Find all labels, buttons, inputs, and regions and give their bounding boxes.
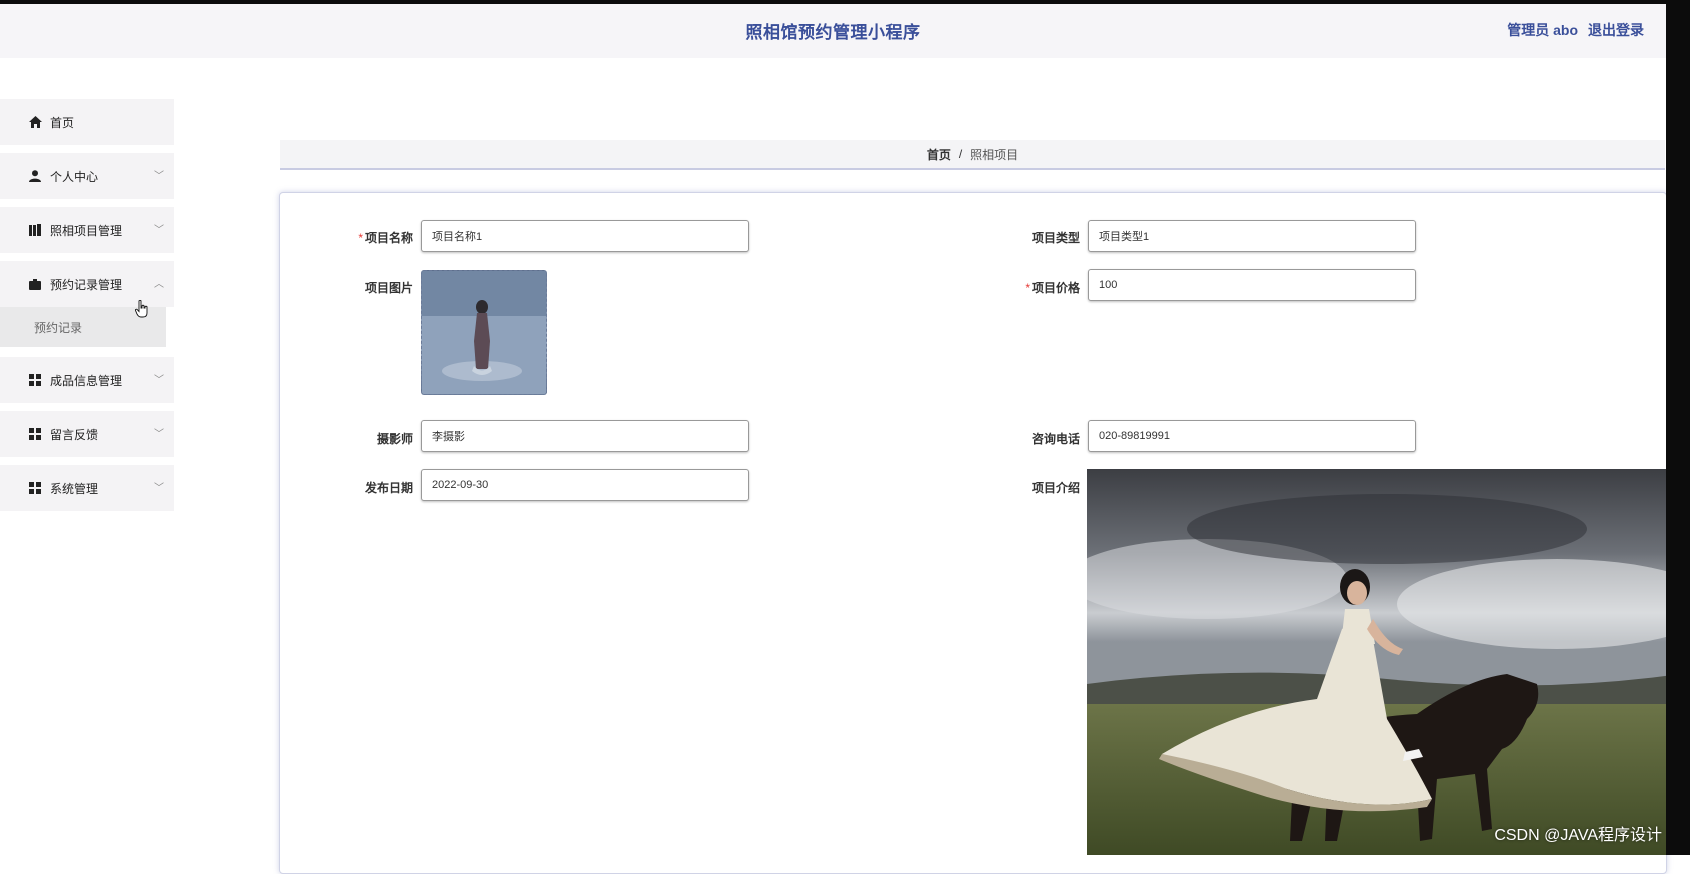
sidebar-subitem-label: 预约记录 bbox=[34, 320, 83, 335]
sidebar-item-feedback[interactable]: 留言反馈 ﹀ bbox=[0, 411, 174, 457]
admin-name: 管理员 abo bbox=[1507, 22, 1578, 38]
breadcrumb-current: 照相项目 bbox=[970, 147, 1019, 162]
project-image-thumbnail[interactable] bbox=[421, 270, 547, 395]
book-icon bbox=[28, 223, 42, 237]
project-name-label: * 项目名称 bbox=[313, 229, 413, 246]
chevron-down-icon: ﹀ bbox=[154, 375, 164, 386]
top-header: 照相馆预约管理小程序 管理员 abo 退出登录 bbox=[0, 4, 1666, 58]
project-intro-image bbox=[1087, 469, 1680, 855]
photographer-label: 摄影师 bbox=[376, 432, 413, 446]
app-window: 照相馆预约管理小程序 管理员 abo 退出登录 首页 个人中心 ﹀ 照相项目管理… bbox=[0, 0, 1690, 874]
chevron-down-icon: ﹀ bbox=[154, 225, 164, 236]
photographer-input[interactable] bbox=[421, 420, 749, 452]
project-name-label-text: 项目名称 bbox=[364, 231, 413, 245]
sidebar-item-product-info-management[interactable]: 成品信息管理 ﹀ bbox=[0, 357, 174, 403]
project-type-input[interactable] bbox=[1088, 220, 1416, 252]
sidebar-item-personal-center[interactable]: 个人中心 ﹀ bbox=[0, 153, 174, 199]
watermark-text: CSDN @JAVA程序设计 bbox=[1494, 827, 1662, 844]
sidebar-item-home[interactable]: 首页 bbox=[0, 99, 174, 145]
breadcrumb: 首页 / 照相项目 bbox=[280, 140, 1665, 170]
user-icon bbox=[28, 169, 42, 183]
phone-input[interactable] bbox=[1088, 420, 1416, 452]
project-type-label: 项目类型 bbox=[1031, 231, 1080, 245]
sidebar-item-label: 留言反馈 bbox=[50, 427, 99, 442]
phone-label: 咨询电话 bbox=[1031, 432, 1080, 446]
project-price-input[interactable] bbox=[1088, 269, 1416, 301]
sidebar-item-label: 预约记录管理 bbox=[50, 277, 123, 292]
required-mark: * bbox=[358, 231, 363, 245]
chevron-down-icon: ﹀ bbox=[154, 429, 164, 440]
app-title: 照相馆预约管理小程序 bbox=[745, 23, 921, 42]
header-user-area: 管理员 abo 退出登录 bbox=[1507, 20, 1644, 40]
breadcrumb-separator: / bbox=[958, 147, 963, 161]
publish-date-input[interactable] bbox=[421, 469, 749, 501]
chevron-down-icon: ﹀ bbox=[154, 171, 164, 182]
project-price-label-text: 项目价格 bbox=[1031, 281, 1080, 295]
sidebar-item-system-management[interactable]: 系统管理 ﹀ bbox=[0, 465, 174, 511]
letterbox-right bbox=[1666, 0, 1690, 855]
publish-date-label: 发布日期 bbox=[364, 481, 413, 495]
home-icon bbox=[28, 115, 42, 129]
project-intro-picture bbox=[1087, 469, 1680, 855]
project-name-input[interactable] bbox=[421, 220, 749, 252]
sidebar-item-label: 照相项目管理 bbox=[50, 223, 123, 238]
grid-icon bbox=[28, 481, 42, 495]
sidebar-item-label: 首页 bbox=[50, 115, 75, 130]
logout-link[interactable]: 退出登录 bbox=[1588, 20, 1644, 40]
chevron-up-icon: ︿ bbox=[154, 279, 164, 290]
breadcrumb-home-link[interactable]: 首页 bbox=[927, 146, 951, 163]
project-intro-label: 项目介绍 bbox=[1031, 481, 1080, 495]
chevron-down-icon: ﹀ bbox=[154, 483, 164, 494]
required-mark: * bbox=[1025, 281, 1030, 295]
sidebar-item-label: 成品信息管理 bbox=[50, 373, 123, 388]
project-image-picture bbox=[422, 271, 546, 394]
sidebar-item-photo-project-management[interactable]: 照相项目管理 ﹀ bbox=[0, 207, 174, 253]
sidebar-item-label: 个人中心 bbox=[50, 169, 99, 184]
grid-icon bbox=[28, 427, 42, 441]
sidebar-item-label: 系统管理 bbox=[50, 481, 99, 496]
project-image-label: 项目图片 bbox=[364, 281, 413, 295]
project-price-label: * 项目价格 bbox=[980, 279, 1080, 296]
briefcase-icon bbox=[28, 277, 42, 291]
hand-cursor-icon bbox=[135, 300, 148, 318]
grid-icon bbox=[28, 373, 42, 387]
